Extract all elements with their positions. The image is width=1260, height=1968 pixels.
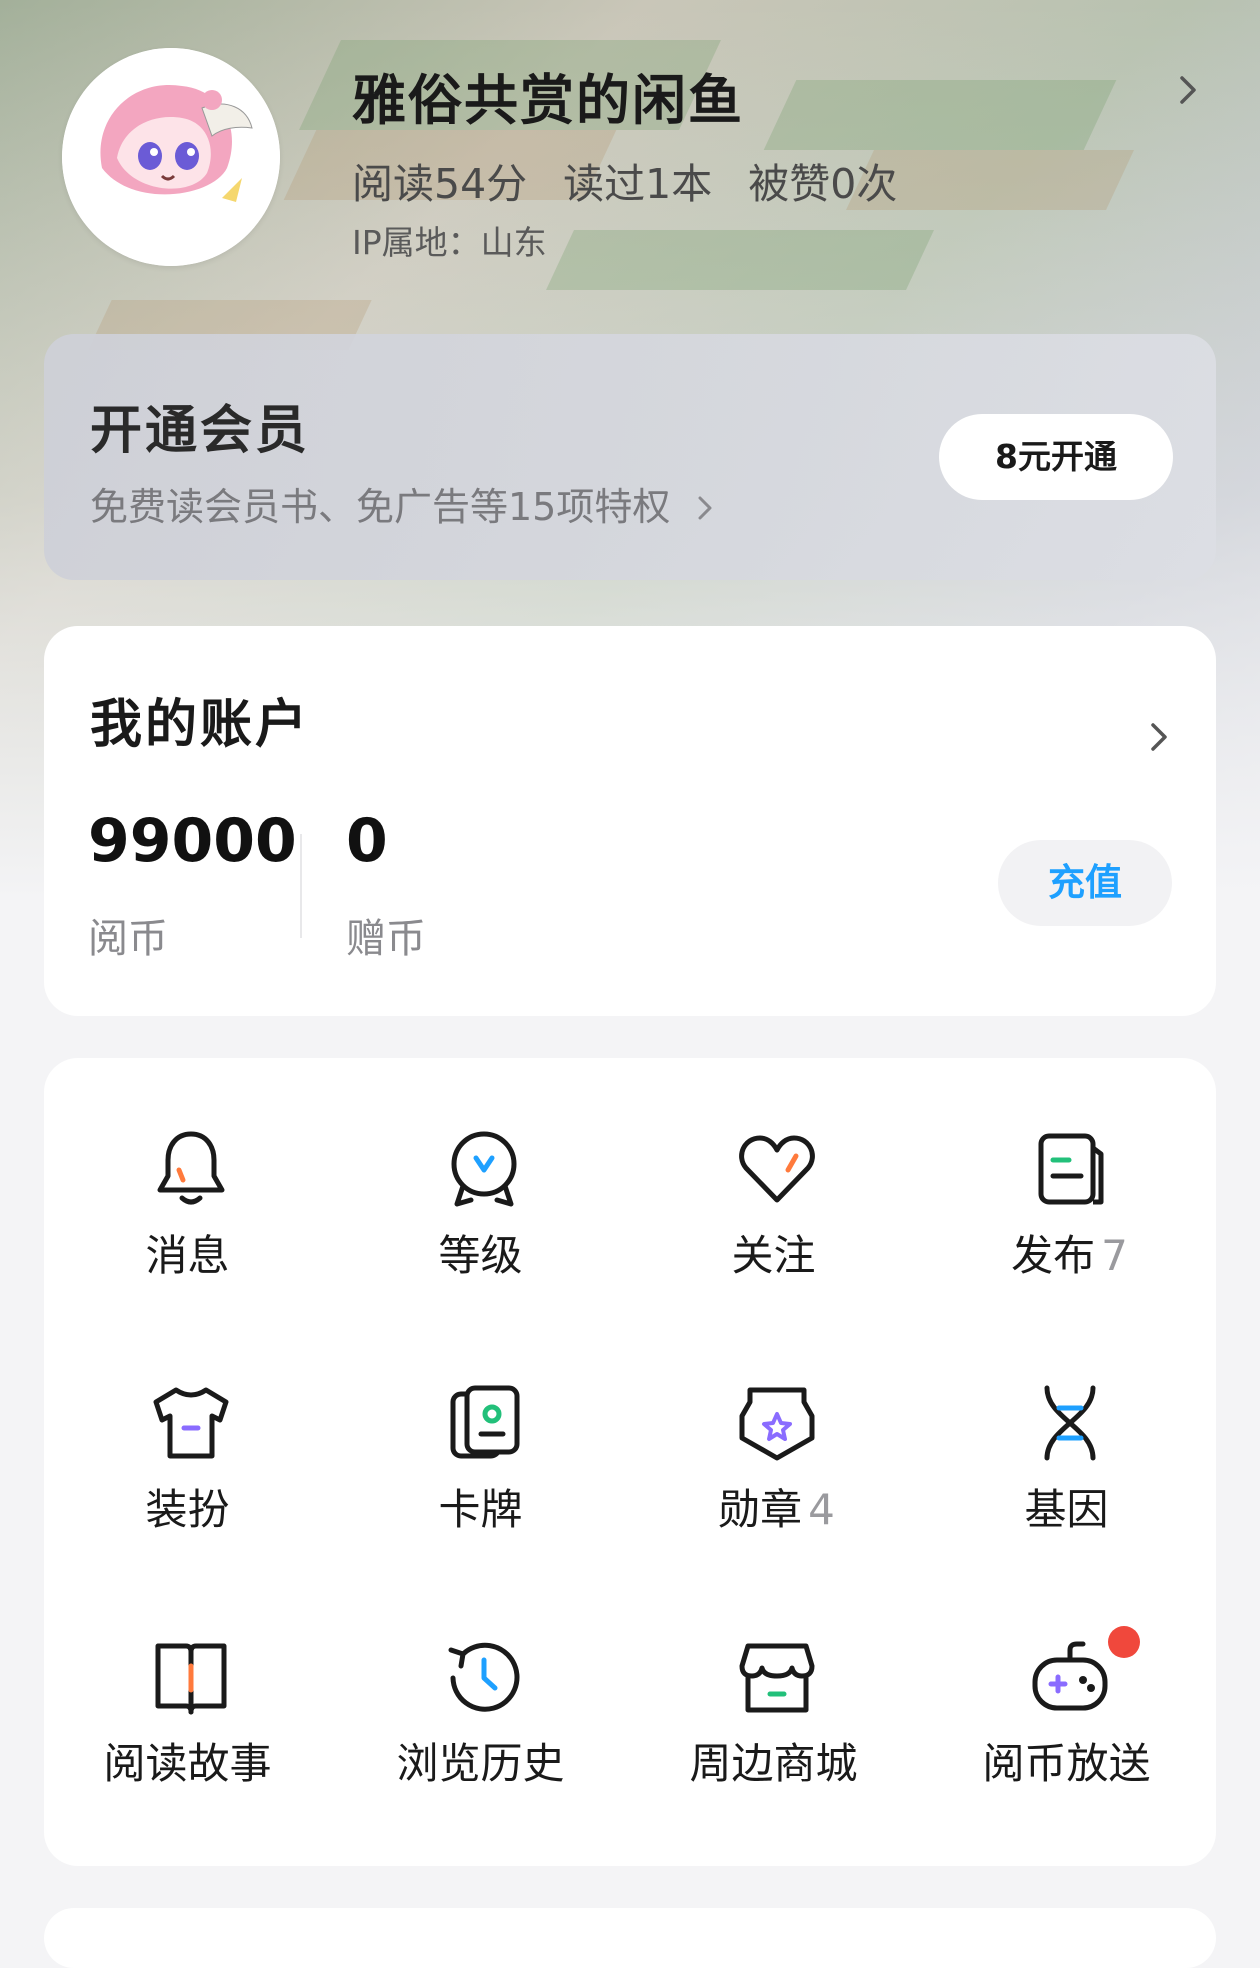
open-membership-button[interactable]: 8元开通 <box>939 414 1173 500</box>
menu-label: 周边商城 <box>689 1739 858 1788</box>
chevron-right-icon <box>698 496 712 520</box>
bell-icon <box>157 1131 225 1205</box>
username[interactable]: 雅俗共赏的闲鱼 <box>352 56 744 135</box>
account-title[interactable]: 我的账户 <box>90 682 310 757</box>
publish-document-icon <box>1038 1133 1104 1205</box>
feature-grid: 消息 等级 关注 发布 7 装扮 卡牌 勋章 4 基因 阅读故事 浏览历史 周边… <box>44 1058 1216 1866</box>
membership-subtitle-text: 免费读会员书、免广告等15项特权 <box>90 485 671 529</box>
gamepad-icon <box>1032 1641 1108 1711</box>
menu-label: 勋章 <box>718 1485 803 1534</box>
notification-dot <box>1108 1626 1140 1658</box>
reading-score: 阅读54分 <box>352 160 528 208</box>
menu-badge: 4 <box>808 1485 835 1534</box>
menu-badge: 7 <box>1101 1231 1128 1280</box>
menu-label: 阅读故事 <box>103 1739 272 1788</box>
ip-location: IP属地：山东 <box>352 223 547 262</box>
menu-label: 阅币放送 <box>982 1739 1151 1788</box>
coin-label: 阅币 <box>88 916 168 962</box>
badge-shield-icon <box>739 1387 815 1461</box>
menu-item-publish[interactable]: 发布 7 <box>923 1124 1216 1324</box>
chevron-right-icon[interactable] <box>1170 72 1206 108</box>
gift-coin-balance[interactable]: 0 <box>346 806 388 876</box>
chevron-right-icon[interactable] <box>1142 720 1176 754</box>
menu-label: 卡牌 <box>438 1485 523 1534</box>
menu-item-level[interactable]: 等级 <box>337 1124 630 1324</box>
books-read: 读过1本 <box>563 160 713 208</box>
menu-item-following[interactable]: 关注 <box>630 1124 923 1324</box>
menu-label: 装扮 <box>145 1485 230 1534</box>
cards-icon <box>450 1385 520 1459</box>
next-section-card <box>44 1908 1216 1968</box>
open-book-icon <box>155 1643 227 1715</box>
coin-balance[interactable]: 99000 <box>88 806 297 876</box>
menu-item-merch-store[interactable]: 周边商城 <box>630 1632 923 1832</box>
menu-label: 等级 <box>438 1231 523 1280</box>
tshirt-icon <box>153 1387 229 1459</box>
divider <box>300 834 302 938</box>
dna-icon <box>1044 1385 1096 1461</box>
menu-item-medals[interactable]: 勋章 4 <box>630 1378 923 1578</box>
menu-item-messages[interactable]: 消息 <box>44 1124 337 1324</box>
level-medal-icon <box>451 1131 517 1207</box>
menu-item-cards[interactable]: 卡牌 <box>337 1378 630 1578</box>
menu-label: 基因 <box>1024 1485 1109 1534</box>
menu-label: 发布 <box>1011 1231 1096 1280</box>
menu-item-reading-stories[interactable]: 阅读故事 <box>44 1632 337 1832</box>
menu-item-genes[interactable]: 基因 <box>923 1378 1216 1578</box>
membership-subtitle[interactable]: 免费读会员书、免广告等15项特权 <box>90 476 718 531</box>
store-icon <box>739 1643 815 1713</box>
membership-card[interactable]: 开通会员 免费读会员书、免广告等15项特权 8元开通 <box>44 334 1216 580</box>
user-stats: 阅读54分 读过1本 被赞0次 <box>352 150 933 210</box>
menu-label: 消息 <box>145 1231 230 1280</box>
menu-item-coin-giveaway[interactable]: 阅币放送 <box>923 1632 1216 1832</box>
likes-count: 被赞0次 <box>748 160 898 208</box>
recharge-button[interactable]: 充值 <box>998 840 1172 926</box>
menu-item-browse-history[interactable]: 浏览历史 <box>337 1632 630 1832</box>
membership-title: 开通会员 <box>90 401 311 461</box>
menu-label: 关注 <box>731 1231 816 1280</box>
menu-label: 浏览历史 <box>396 1739 565 1788</box>
account-card: 我的账户 99000 阅币 0 赠币 充值 <box>44 626 1216 1016</box>
avatar-illustration <box>62 48 280 266</box>
avatar[interactable] <box>62 48 280 266</box>
gift-coin-label: 赠币 <box>346 916 426 962</box>
menu-item-dress-up[interactable]: 装扮 <box>44 1378 337 1578</box>
history-clock-icon <box>448 1642 520 1712</box>
heart-icon <box>739 1135 815 1203</box>
